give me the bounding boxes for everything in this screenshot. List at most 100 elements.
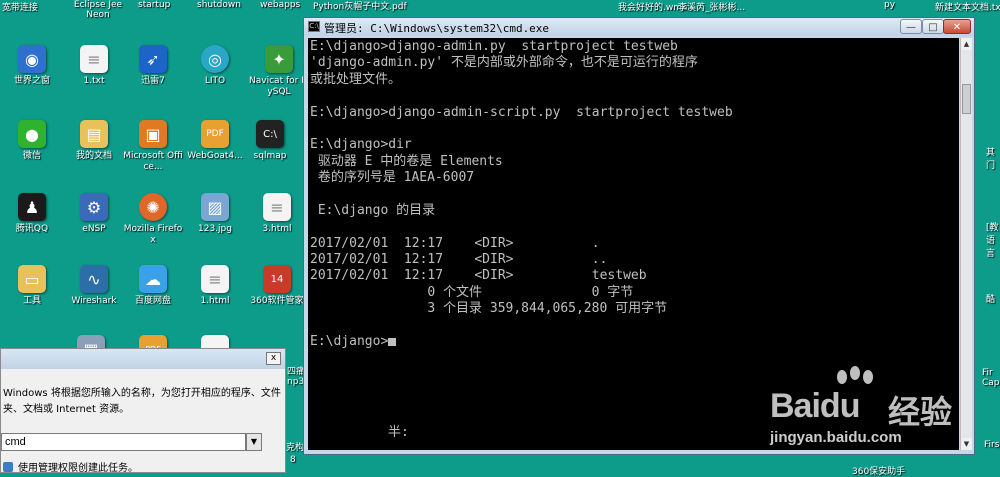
desktop-icon-xunlei[interactable]: ➶ 迅雷7: [122, 45, 184, 87]
desktop-icon-label: 工具: [22, 296, 41, 306]
desktop-icon-label: WebGoat4...: [187, 151, 243, 161]
desktop-icon-label: sqlmap: [253, 151, 287, 161]
desktop-icon-label[interactable]: py: [884, 0, 895, 10]
desktop-icon-360[interactable]: 14 360软件管家: [246, 265, 308, 307]
console-line: E:\django>django-admin-script.py startpr…: [310, 104, 733, 120]
desktop-icon-label[interactable]: 8: [290, 455, 296, 465]
desktop-icon-navicat[interactable]: ✦ Navicat for MySQL: [248, 45, 310, 98]
desktop-icon-label: 123.jpg: [198, 224, 232, 234]
console-prompt-line[interactable]: E:\django>: [310, 334, 959, 350]
console-icon: C:\: [256, 120, 284, 148]
desktop-icon-label[interactable]: 其 门: [986, 145, 1000, 171]
desktop-icon-label: 3.html: [262, 224, 292, 234]
desktop-icon-label: 360软件管家: [250, 296, 304, 306]
ensp-icon: ⚙: [80, 193, 108, 221]
run-dialog-titlebar[interactable]: x: [1, 349, 285, 369]
console-line: 2017/02/01 12:17 <DIR> testweb: [310, 268, 647, 284]
cloud-icon: ☁: [139, 265, 167, 293]
desktop-icon-label[interactable]: 新建文本文档.txt: [935, 0, 1000, 13]
html-file-icon: ≡: [201, 265, 229, 293]
folder-shortcut-icon: ▤: [80, 120, 108, 148]
desktop-icon-baidu-netdisk[interactable]: ☁ 百度网盘: [122, 265, 184, 307]
console-line: 或批处理文件。: [310, 71, 402, 87]
shield-icon: [3, 462, 13, 472]
desktop-icon-1html[interactable]: ≡ 1.html: [184, 265, 246, 307]
firefox-icon: ✺: [139, 193, 167, 221]
desktop-icon-webgoat[interactable]: PDF WebGoat4...: [184, 120, 246, 162]
scroll-up-icon[interactable]: ▲: [961, 38, 972, 50]
desktop-icon-label[interactable]: Fir Cap: [982, 368, 1000, 388]
desktop-icon-label: 百度网盘: [134, 296, 171, 306]
desktop-icon-label: 世界之窗: [13, 76, 50, 86]
minimize-button[interactable]: —: [900, 19, 922, 34]
desktop-icon-office[interactable]: ▣ Microsoft Office...: [122, 120, 184, 173]
desktop-icon-label: 我的文档: [75, 151, 112, 161]
desktop-icon-label: 1.html: [200, 296, 230, 306]
console-line: 驱动器 E 中的卷是 Elements: [310, 153, 503, 169]
desktop-icon-label[interactable]: 宽带连接: [2, 0, 38, 13]
qq-penguin-icon: ♟: [18, 193, 46, 221]
close-button[interactable]: ✕: [943, 19, 971, 34]
desktop-icon-ensp[interactable]: ⚙ eNSP: [63, 193, 125, 235]
scrollbar-thumb[interactable]: [962, 84, 971, 114]
maximize-button[interactable]: □: [922, 19, 944, 34]
desktop-icon-label[interactable]: np3: [287, 377, 304, 387]
desktop-icon-label[interactable]: Firs: [984, 440, 1000, 450]
baidu-jingyan-watermark: Baidu 经验 jingyan.baidu.com: [770, 365, 970, 465]
text-cursor: [388, 338, 397, 347]
desktop-icon-1txt[interactable]: ≡ 1.txt: [63, 45, 125, 87]
desktop-icon-label[interactable]: 360保安助手: [852, 464, 905, 477]
desktop-icon-label: Mozilla Firefox: [123, 224, 183, 245]
close-button[interactable]: x: [266, 352, 281, 365]
desktop-icon-label[interactable]: 酷: [986, 292, 1000, 305]
thunder-bird-icon: ➶: [139, 45, 167, 73]
console-line: 2017/02/01 12:17 <DIR> .: [310, 235, 600, 251]
desktop-icon-label[interactable]: [教 语言: [986, 220, 1000, 259]
desktop-icon-qq[interactable]: ♟ 腾讯QQ: [1, 193, 63, 235]
console-line: E:\django>django-admin.py startproject t…: [310, 39, 678, 54]
cmd-titlebar[interactable]: C:\ 管理员: C:\Windows\system32\cmd.exe — □…: [304, 18, 974, 36]
desktop-icon-label[interactable]: shutdown: [197, 0, 241, 10]
lito-icon: ◎: [201, 45, 229, 73]
run-dialog-description: Windows 将根据您所输入的名称，为您打开相应的程序、文件夹、文档或 Int…: [3, 388, 281, 415]
desktop-icon-sqlmap[interactable]: C:\ sqlmap: [239, 120, 301, 162]
desktop-icon-my-documents[interactable]: ▤ 我的文档: [63, 120, 125, 162]
chevron-down-icon[interactable]: ▼: [246, 433, 262, 451]
desktop-icon-label[interactable]: 克构: [286, 440, 304, 453]
desktop-icon-firefox[interactable]: ✺ Mozilla Firefox: [122, 193, 184, 246]
desktop-icon-label[interactable]: webapps: [260, 0, 300, 10]
console-icon: C:\: [308, 21, 320, 32]
desktop-icon-wireshark[interactable]: ∿ Wireshark: [63, 265, 125, 307]
desktop-icon-label: eNSP: [82, 224, 106, 234]
run-command-input[interactable]: [1, 433, 246, 451]
desktop-icon-123jpg[interactable]: ▨ 123.jpg: [184, 193, 246, 235]
desktop-icon-label: 微信: [22, 151, 41, 161]
admin-note-text: 使用管理权限创建此任务。: [18, 463, 138, 474]
desktop-icon-label[interactable]: Python灰帽子中文.pdf: [313, 0, 407, 12]
run-dialog[interactable]: x Windows 将根据您所输入的名称，为您打开相应的程序、文件夹、文档或 I…: [0, 348, 286, 474]
console-line: 2017/02/01 12:17 <DIR> ..: [310, 252, 608, 268]
desktop-icon-label[interactable]: startup: [138, 0, 170, 10]
desktop-icon-label[interactable]: Eclipse Jee Neon: [68, 0, 128, 20]
desktop-icon-tools[interactable]: ▭ 工具: [1, 265, 63, 307]
desktop-icon-shijiezhichuang[interactable]: ◉ 世界之窗: [1, 45, 63, 87]
desktop-icon-label[interactable]: 李溪芮_张彬彬...: [678, 0, 745, 13]
wechat-icon: ●: [18, 120, 46, 148]
folder-icon: ▭: [18, 265, 46, 293]
wireshark-icon: ∿: [80, 265, 108, 293]
desktop-icon-3html[interactable]: ≡ 3.html: [246, 193, 308, 235]
pdf-icon: PDF: [201, 120, 229, 148]
360-manager-icon: 14: [263, 265, 291, 293]
desktop-icon-label: LITO: [204, 76, 226, 86]
watermark-brand: Baidu: [770, 387, 860, 425]
desktop-icon-label: 1.txt: [83, 76, 105, 86]
desktop-icon-wechat[interactable]: ● 微信: [1, 120, 63, 162]
console-line: E:\django 的目录: [310, 202, 436, 218]
office-icon: ▣: [139, 120, 167, 148]
desktop-icon-lito[interactable]: ◎ LITO: [184, 45, 246, 87]
admin-note: 使用管理权限创建此任务。: [3, 459, 138, 474]
